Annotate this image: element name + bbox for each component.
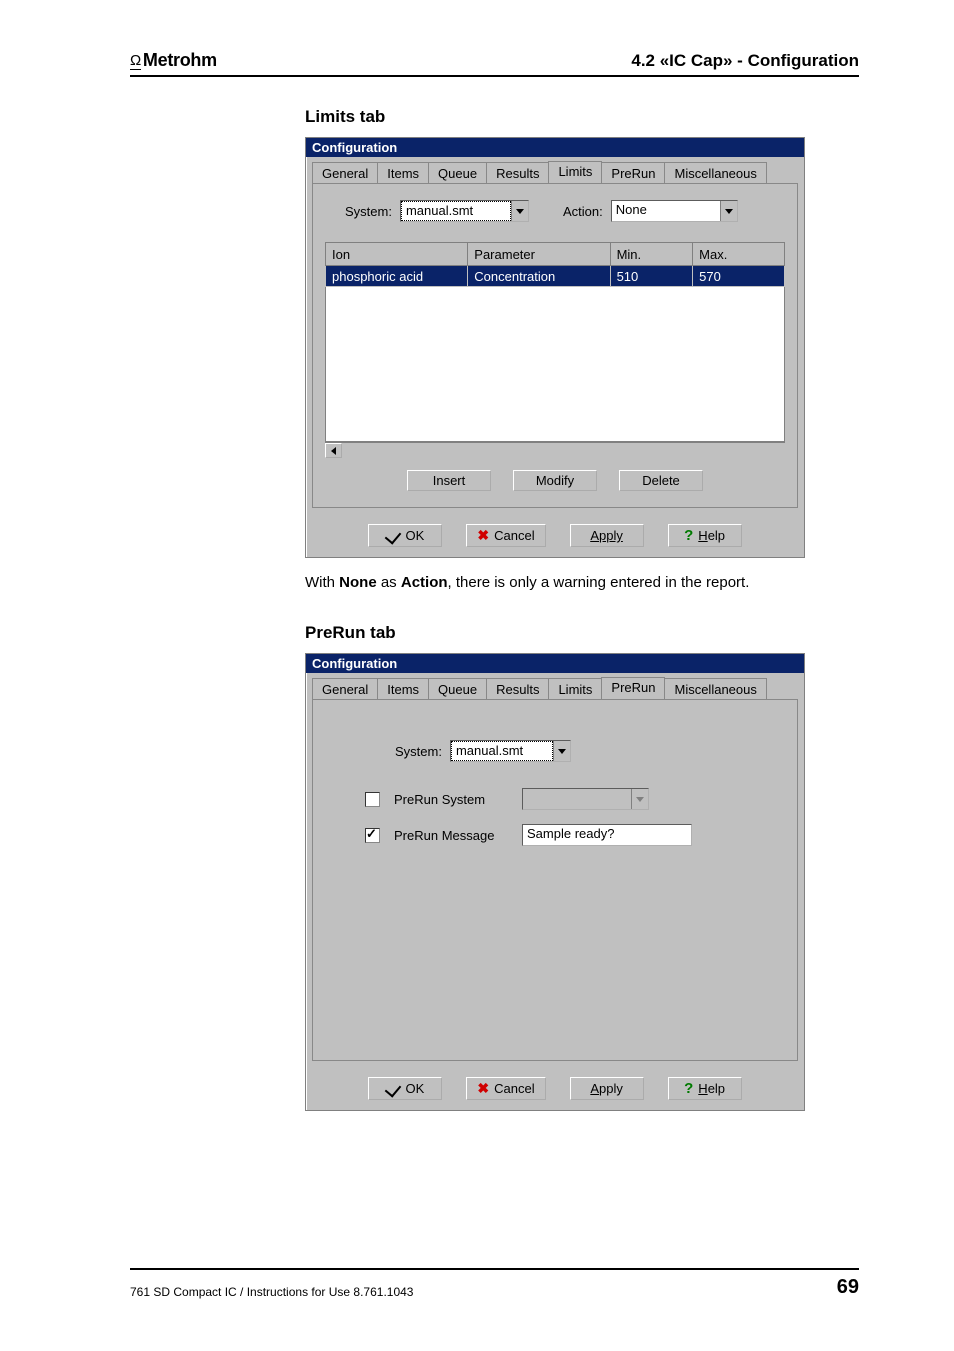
col-parameter: Parameter [468,243,610,266]
prerun-system-value [523,789,631,809]
system-label: System: [345,204,392,219]
apply-button[interactable]: Apply [570,524,644,547]
ok-button[interactable]: OK [368,1077,442,1100]
check-icon [385,527,402,544]
page-footer: 761 SD Compact IC / Instructions for Use… [130,1268,859,1299]
caption-text: With None as Action, there is only a war… [305,572,859,593]
cancel-button[interactable]: ✖Cancel [466,1077,545,1100]
cell-min: 510 [610,266,693,287]
tab-body-limits: System: manual.smt Action: None [312,183,798,508]
prerun-message-checkbox[interactable] [365,828,380,843]
modify-button[interactable]: Modify [513,470,597,491]
col-min: Min. [610,243,693,266]
chapter-title: 4.2 «IC Cap» - Configuration [631,51,859,71]
system-select[interactable]: manual.smt [400,200,529,222]
tab-items[interactable]: Items [377,162,429,184]
config-dialog-prerun: Configuration General Items Queue Result… [305,653,805,1111]
help-button[interactable]: ?Help [668,1077,742,1100]
prerun-system-select [522,788,649,810]
action-label: Action: [563,204,603,219]
insert-button[interactable]: Insert [407,470,491,491]
page-number: 69 [837,1276,859,1299]
cell-parameter: Concentration [468,266,610,287]
cell-ion: phosphoric acid [326,266,468,287]
col-max: Max. [693,243,785,266]
tab-queue[interactable]: Queue [428,162,487,184]
tab-general[interactable]: General [312,678,378,700]
delete-button[interactable]: Delete [619,470,703,491]
tab-results[interactable]: Results [486,678,549,700]
config-dialog-limits: Configuration General Items Queue Result… [305,137,805,558]
system-label: System: [395,744,442,759]
prerun-system-checkbox[interactable] [365,792,380,807]
system-value: manual.smt [401,201,511,221]
help-button[interactable]: ?Help [668,524,742,547]
system-select[interactable]: manual.smt [450,740,571,762]
tab-limits[interactable]: Limits [548,678,602,700]
tab-results[interactable]: Results [486,162,549,184]
tab-queue[interactable]: Queue [428,678,487,700]
tab-limits[interactable]: Limits [548,161,602,183]
tab-miscellaneous[interactable]: Miscellaneous [664,678,766,700]
scroll-left-icon[interactable] [325,443,342,458]
prerun-system-label: PreRun System [394,792,514,807]
tab-prerun[interactable]: PreRun [601,677,665,699]
cell-max: 570 [693,266,785,287]
tab-general[interactable]: General [312,162,378,184]
chevron-down-icon [631,789,648,809]
tab-miscellaneous[interactable]: Miscellaneous [664,162,766,184]
prerun-message-input[interactable]: Sample ready? [522,824,692,846]
brand-logo: ΩMetrohm [130,50,217,71]
chevron-down-icon[interactable] [720,201,737,221]
system-value: manual.smt [451,741,553,761]
dialog-titlebar: Configuration [306,138,804,157]
section-title-prerun: PreRun tab [305,623,859,643]
chevron-down-icon[interactable] [511,201,528,221]
cancel-button[interactable]: ✖Cancel [466,524,545,547]
tab-strip: General Items Queue Results Limits PreRu… [312,677,798,699]
section-title-limits: Limits tab [305,107,859,127]
x-icon: ✖ [477,527,489,544]
tab-prerun[interactable]: PreRun [601,162,665,184]
limits-table[interactable]: Ion Parameter Min. Max. phosphoric acid … [325,242,785,442]
check-icon [385,1080,402,1097]
x-icon: ✖ [477,1080,489,1097]
ok-button[interactable]: OK [368,524,442,547]
question-icon: ? [684,1080,693,1097]
table-header-row: Ion Parameter Min. Max. [326,243,785,266]
prerun-message-label: PreRun Message [394,828,514,843]
tab-body-prerun: System: manual.smt PreRun System [312,699,798,1061]
tab-strip: General Items Queue Results Limits PreRu… [312,161,798,183]
action-value: None [612,201,720,221]
chevron-down-icon[interactable] [553,741,570,761]
table-row[interactable]: phosphoric acid Concentration 510 570 [326,266,785,287]
page-header: ΩMetrohm 4.2 «IC Cap» - Configuration [130,50,859,77]
action-select[interactable]: None [611,200,738,222]
tab-items[interactable]: Items [377,678,429,700]
col-ion: Ion [326,243,468,266]
question-icon: ? [684,527,693,544]
dialog-titlebar: Configuration [306,654,804,673]
footer-doc: 761 SD Compact IC / Instructions for Use… [130,1285,413,1299]
apply-button[interactable]: Apply [570,1077,644,1100]
horizontal-scrollbar[interactable] [325,442,785,458]
